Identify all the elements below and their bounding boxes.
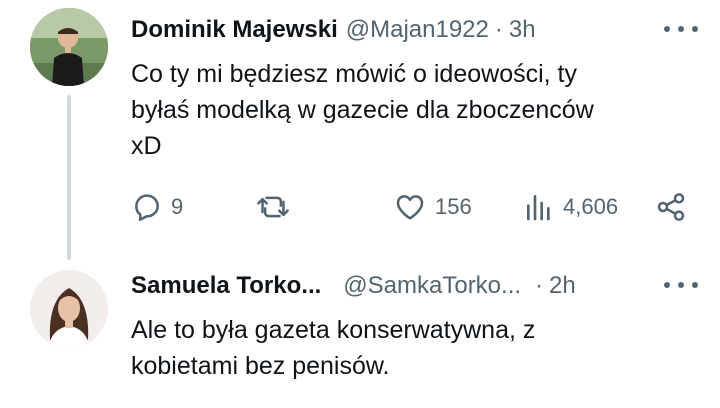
tweet-text-line: kobietami bez penisów. — [131, 352, 390, 380]
more-icon-dot — [678, 26, 684, 32]
separator-dot: · — [494, 16, 503, 43]
separator-dot: · — [535, 272, 544, 299]
tweet-text: Co ty mi będziesz mówić o ideowości, ty … — [131, 56, 691, 164]
author-handle[interactable]: @Majan1922 — [346, 16, 489, 44]
more-options-button[interactable] — [664, 274, 698, 296]
tweet-text-line: Co ty mi będziesz mówić o ideowości, ty — [131, 60, 577, 88]
share-icon — [657, 193, 685, 221]
tweet-text-line: xD — [131, 132, 162, 160]
avatar[interactable] — [30, 8, 108, 86]
repost-button[interactable] — [256, 187, 298, 227]
more-icon-dot — [692, 26, 698, 32]
action-bar: 9 156 4,606 — [131, 187, 691, 227]
like-count: 156 — [435, 194, 472, 219]
reply-count: 9 — [171, 194, 184, 219]
tweet-1[interactable]: Dominik Majewski @Majan1922 · 3h Co ty m… — [0, 0, 720, 262]
heart-icon — [396, 195, 424, 220]
view-count: 4,606 — [563, 194, 619, 219]
tweet-text-line: byłaś modelką w gazecie dla zboczenców — [131, 96, 594, 124]
more-options-button[interactable] — [664, 18, 698, 40]
reply-icon — [135, 194, 159, 222]
avatar-photo — [30, 270, 108, 348]
repost-icon — [257, 196, 289, 218]
reply-button[interactable]: 9 — [131, 187, 183, 227]
author-handle[interactable]: @SamkaTorko... — [343, 272, 521, 300]
author-name[interactable]: Dominik Majewski — [131, 16, 338, 44]
timestamp[interactable]: 3h — [509, 16, 536, 44]
tweet-header: Dominik Majewski @Majan1922 · 3h — [131, 14, 536, 46]
like-button[interactable]: 156 — [393, 187, 472, 227]
more-icon-dot — [692, 282, 698, 288]
more-icon — [664, 26, 670, 32]
more-icon — [664, 282, 670, 288]
tweet-header: Samuela Torko... @SamkaTorko... · 2h — [131, 270, 576, 302]
tweet-text: Ale to była gazeta konserwatywna, z kobi… — [131, 312, 691, 384]
tweet-text-line: Ale to była gazeta konserwatywna, z — [131, 316, 536, 344]
thread-line — [67, 95, 71, 260]
avatar-photo — [30, 8, 108, 86]
more-icon-dot — [678, 282, 684, 288]
views-button[interactable]: 4,606 — [523, 187, 618, 227]
share-button[interactable] — [655, 187, 687, 227]
views-icon — [527, 195, 550, 221]
avatar[interactable] — [30, 270, 108, 348]
tweet-2[interactable]: Samuela Torko... @SamkaTorko... · 2h Ale… — [0, 262, 720, 408]
timestamp[interactable]: 2h — [549, 272, 576, 300]
author-name[interactable]: Samuela Torko... — [131, 272, 321, 300]
